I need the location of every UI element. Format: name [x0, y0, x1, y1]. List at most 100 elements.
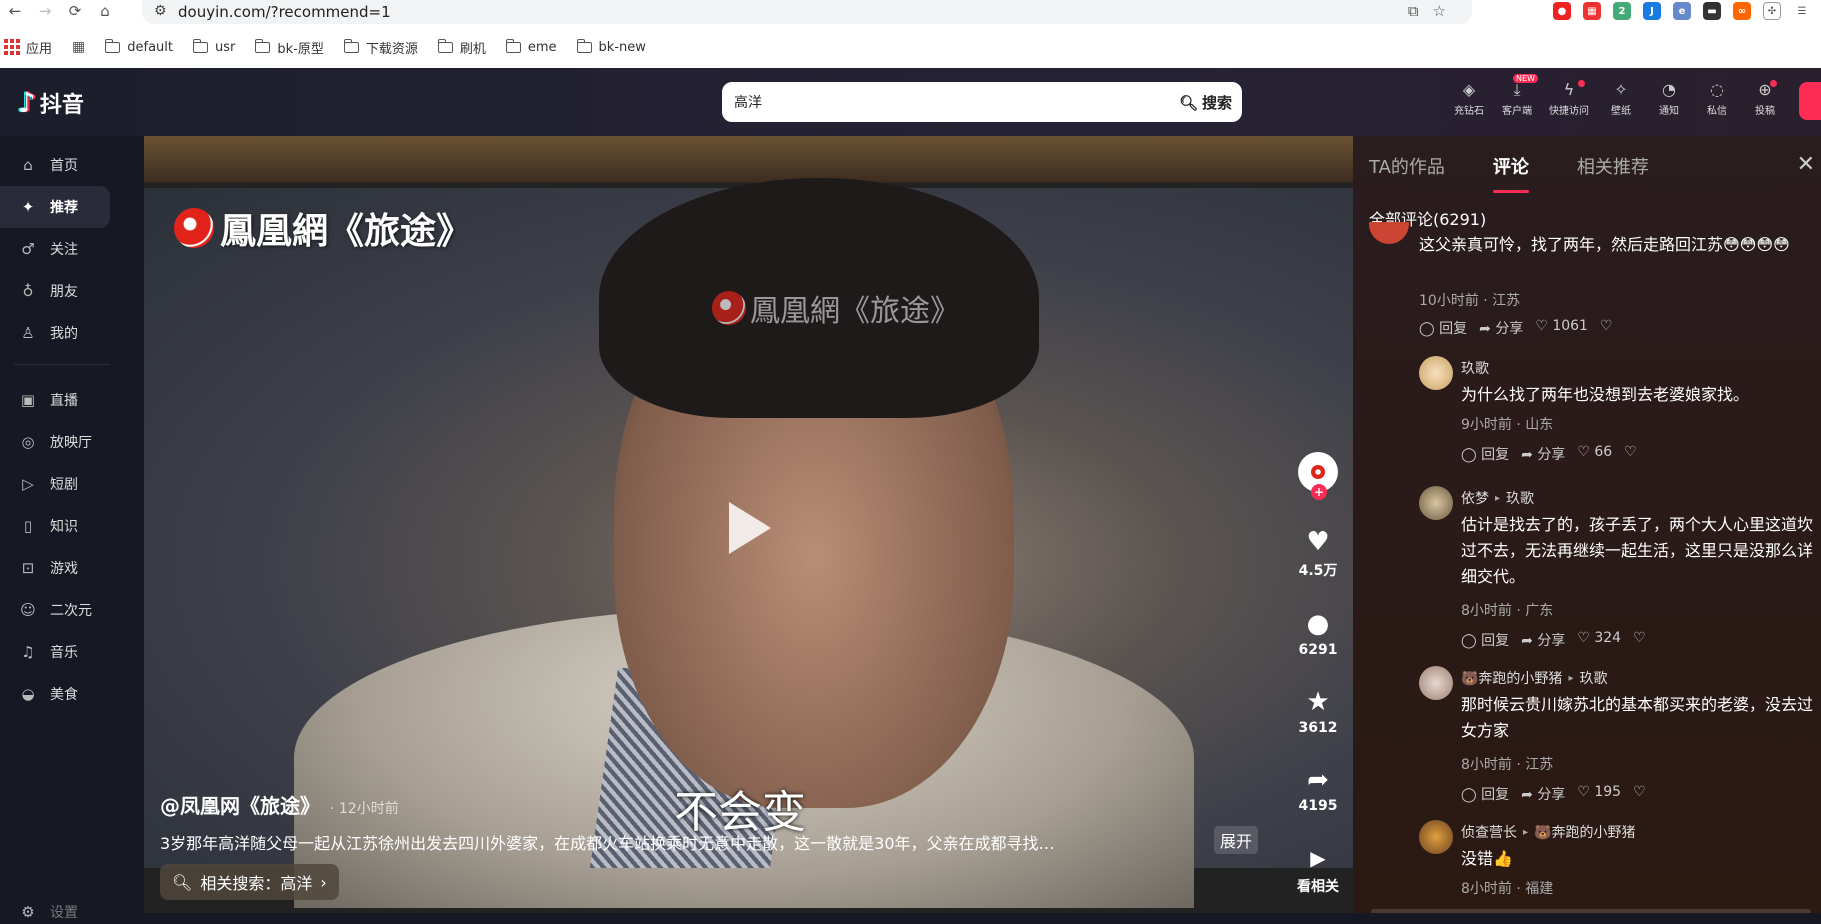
sidebar-item-settings[interactable]: ⚙ 设置	[0, 900, 78, 924]
share-button[interactable]: ➦ 4195	[1299, 766, 1338, 814]
share-count: 4195	[1298, 798, 1338, 814]
sidebar-item-knowledge[interactable]: ▯ 知识	[0, 505, 110, 547]
follow-plus-icon[interactable]: +	[1311, 484, 1327, 500]
url-text: douyin.com/?recommend=1	[178, 3, 391, 21]
avatar[interactable]	[1369, 222, 1409, 244]
login-button[interactable]	[1799, 82, 1821, 120]
sidebar-item-games[interactable]: ⊡ 游戏	[0, 547, 110, 589]
like-comment-button[interactable]: ♡ 324	[1577, 630, 1621, 650]
dislike-icon[interactable]: ♡	[1633, 630, 1646, 650]
site-info-icon[interactable]: ⚙	[154, 3, 167, 19]
menu-icon[interactable]: ☰	[1793, 2, 1811, 20]
favorite-button[interactable]: ★ 3612	[1299, 688, 1338, 736]
bookmark-apps[interactable]: 应用	[0, 38, 52, 57]
sidebar-item-mine[interactable]: ♙ 我的	[0, 312, 110, 354]
home-browser-icon[interactable]: ⌂	[90, 0, 120, 22]
dislike-icon[interactable]: ♡	[1624, 444, 1637, 464]
sidebar-item-home[interactable]: ⌂ 首页	[0, 144, 110, 186]
douyin-logo[interactable]: ♪ 抖音	[18, 86, 84, 119]
share-comment-button[interactable]: ➦ 分享	[1521, 444, 1565, 464]
share-comment-button[interactable]: ➦ 分享	[1521, 784, 1565, 804]
more-button[interactable]: ···	[1309, 904, 1326, 913]
author-name[interactable]: @凤凰网《旅途》	[160, 790, 320, 819]
recharge-button[interactable]: ◈ 充钻石	[1453, 80, 1485, 117]
comment-user[interactable]: 依梦 ▸ 玖歌	[1461, 488, 1534, 508]
avatar[interactable]	[1419, 356, 1453, 390]
share-comment-button[interactable]: ➦ 分享	[1479, 318, 1523, 338]
client-download-button[interactable]: NEW ⤓ 客户端	[1501, 74, 1538, 117]
extension-icon[interactable]: ●	[1553, 2, 1571, 20]
video-description: 3岁那年高洋随父母一起从江苏徐州出发去四川外婆家，在成都火车站换乘时无意中走散，…	[160, 834, 1055, 853]
dislike-icon[interactable]: ♡	[1600, 318, 1613, 338]
dislike-icon[interactable]: ♡	[1633, 784, 1646, 804]
comment-button[interactable]: ● 6291	[1299, 610, 1338, 658]
share-comment-button[interactable]: ➦ 分享	[1521, 630, 1565, 650]
bookmark-default[interactable]: default	[105, 38, 173, 55]
comment-user[interactable]: 侦查营长 ▸ 🐻奔跑的小野猪	[1461, 822, 1635, 842]
reply-button[interactable]: ◯ 回复	[1419, 318, 1467, 338]
video-player[interactable]: 鳳凰網《旅途》 鳳凰網《旅途》 不会变 @凤凰网《旅途》 · 12小时前 3岁那…	[144, 136, 1353, 913]
sidebar-item-music[interactable]: ♫ 音乐	[0, 631, 110, 673]
notification-button[interactable]: ◔ 通知	[1653, 80, 1685, 117]
comment-user[interactable]: 玖歌	[1461, 358, 1489, 378]
sidebar-item-label: 放映厅	[50, 435, 92, 451]
see-related-button[interactable]: ▶ 看相关	[1297, 844, 1339, 896]
avatar[interactable]	[1419, 486, 1453, 520]
extension-icon[interactable]: J	[1643, 2, 1661, 20]
upload-button[interactable]: ⊕ 投稿	[1749, 80, 1781, 117]
reply-button[interactable]: ◯ 回复	[1461, 784, 1509, 804]
extension-icon[interactable]: ▦	[1583, 2, 1601, 20]
bookmark-bk-new[interactable]: bk-new	[576, 38, 646, 55]
tab-comments[interactable]: 评论	[1492, 153, 1529, 193]
quick-access-button[interactable]: ϟ 快捷访问	[1549, 80, 1589, 117]
extension-icon[interactable]: ∞	[1733, 2, 1751, 20]
sidebar-item-cinema[interactable]: ◎ 放映厅	[0, 421, 110, 463]
extension-icon[interactable]: ▬	[1703, 2, 1721, 20]
tab-recommend[interactable]: 相关推荐	[1577, 153, 1649, 179]
message-button[interactable]: ◌ 私信	[1701, 80, 1733, 117]
extension-icon[interactable]: 2	[1613, 2, 1631, 20]
expand-button[interactable]: 展开	[1214, 826, 1259, 854]
tab-works[interactable]: TA的作品	[1369, 153, 1445, 179]
bookmark-bk-prototype[interactable]: bk-原型	[255, 38, 324, 57]
reply-button[interactable]: ◯ 回复	[1461, 630, 1509, 650]
bookmark-eme[interactable]: eme	[505, 38, 557, 55]
comment-count: 6291	[1298, 642, 1338, 658]
puzzle-icon[interactable]: ✣	[1763, 2, 1781, 20]
sidebar-item-recommend[interactable]: ✦ 推荐	[0, 186, 110, 228]
search-input[interactable]	[734, 90, 1154, 114]
like-comment-button[interactable]: ♡ 1061	[1535, 318, 1588, 338]
related-search-button[interactable]: 🔍︎ 相关搜索：高洋 ›	[160, 864, 339, 900]
avatar[interactable]	[1419, 820, 1453, 854]
play-icon[interactable]	[729, 502, 771, 554]
search-box: 🔍︎ 搜索	[722, 82, 1242, 122]
scrollbar[interactable]	[1371, 909, 1811, 913]
sidebar-item-short-drama[interactable]: ▷ 短剧	[0, 463, 110, 505]
like-comment-button[interactable]: ♡ 66	[1577, 444, 1612, 464]
extension-icon[interactable]: e	[1673, 2, 1691, 20]
url-bar[interactable]: ⚙ douyin.com/?recommend=1 ⧉☆	[142, 0, 1472, 24]
close-icon[interactable]: ✕	[1797, 152, 1815, 177]
sidebar-item-friends[interactable]: ♁ 朋友	[0, 270, 110, 312]
reply-button[interactable]: ◯ 回复	[1461, 444, 1509, 464]
tab-grid-icon[interactable]: ▦	[72, 39, 85, 55]
bookmark-downloads[interactable]: 下载资源	[343, 38, 418, 57]
sidebar-item-follow[interactable]: ♂ 关注	[0, 228, 110, 270]
sidebar-item-food[interactable]: ◒ 美食	[0, 673, 110, 715]
like-comment-button[interactable]: ♡ 195	[1577, 784, 1621, 804]
sidebar-item-anime[interactable]: ☺ 二次元	[0, 589, 110, 631]
wallpaper-button[interactable]: ✧ 壁纸	[1605, 80, 1637, 117]
author-avatar[interactable]: +	[1298, 452, 1338, 500]
forward-icon[interactable]: →	[30, 0, 60, 22]
bookmark-flash[interactable]: 刷机	[437, 38, 486, 57]
star-icon: ★	[1306, 687, 1330, 717]
reload-icon[interactable]: ⟳	[60, 0, 90, 22]
comment-user[interactable]: 🐻奔跑的小野猪 ▸ 玖歌	[1461, 668, 1607, 688]
sidebar-item-live[interactable]: ▣ 直播	[0, 379, 110, 421]
like-button[interactable]: ♥ 4.5万	[1299, 528, 1338, 580]
back-icon[interactable]: ←	[0, 0, 30, 22]
avatar[interactable]	[1419, 666, 1453, 700]
search-button[interactable]: 🔍︎ 搜索	[1179, 92, 1232, 113]
bookmark-usr[interactable]: usr	[193, 38, 235, 55]
bookmark-star-icon[interactable]: ⧉☆	[1408, 2, 1460, 20]
